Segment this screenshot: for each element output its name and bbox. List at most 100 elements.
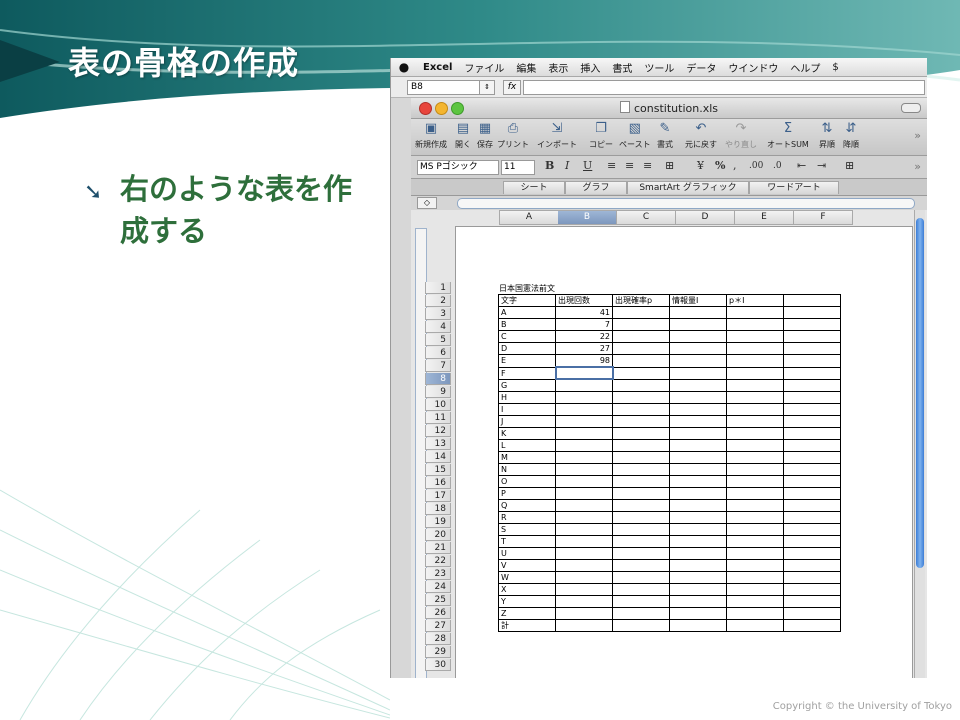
table-cell[interactable] [555,486,613,500]
table-cell[interactable] [555,594,613,608]
table-cell[interactable] [726,402,784,416]
table-cell[interactable] [783,378,841,392]
table-cell[interactable] [612,534,670,548]
table-cell[interactable] [555,462,613,476]
view-toggle-icon[interactable]: ◇ [417,197,437,209]
table-cell[interactable]: C [498,330,556,343]
table-cell[interactable] [555,402,613,416]
column-header-d[interactable]: D [676,210,735,225]
table-cell[interactable] [669,606,727,620]
align-left-icon[interactable]: ≡ [607,159,616,172]
table-cell[interactable] [726,366,784,380]
table-cell[interactable] [726,570,784,584]
font-name-select[interactable]: MS Pゴシック [417,160,499,175]
tab-sheet[interactable]: シート [503,181,565,194]
table-cell[interactable] [783,498,841,512]
table-cell[interactable] [783,606,841,620]
format-painter-button[interactable]: ✎ 書式 [657,121,673,150]
table-cell[interactable] [612,414,670,428]
fx-button[interactable]: fx [503,80,521,95]
table-cell[interactable] [669,366,727,380]
table-cell[interactable] [669,438,727,452]
table-cell[interactable] [612,366,670,380]
table-cell[interactable] [726,510,784,524]
table-cell[interactable] [726,486,784,500]
table-cell[interactable] [669,522,727,536]
header-cell[interactable] [783,294,841,307]
row-header-17[interactable]: 17 [425,490,451,502]
borders-icon[interactable]: ⊞ [845,159,854,172]
row-header-28[interactable]: 28 [425,633,451,645]
row-header-13[interactable]: 13 [425,438,451,450]
table-cell[interactable] [612,570,670,584]
menu-format[interactable]: 書式 [606,60,638,75]
table-cell[interactable] [783,318,841,331]
table-cell[interactable] [669,582,727,596]
table-cell[interactable] [554,366,614,380]
table-cell[interactable] [612,606,670,620]
table-cell[interactable] [555,546,613,560]
table-cell[interactable] [612,354,670,368]
table-cell[interactable] [612,450,670,464]
format-overflow-icon[interactable]: » [914,160,921,173]
sort-descending-button[interactable]: ⇵ 降順 [843,121,859,150]
table-cell[interactable] [669,570,727,584]
table-cell[interactable] [612,582,670,596]
sheet-title-cell[interactable]: 日本国憲法前文 [499,283,555,294]
table-cell[interactable] [726,318,784,331]
bold-button[interactable]: B [545,159,554,172]
save-button[interactable]: ▦ 保存 [477,121,493,150]
row-header-3[interactable]: 3 [425,308,451,320]
table-cell[interactable] [612,546,670,560]
scroll-thumb[interactable] [916,218,924,568]
row-header-5[interactable]: 5 [425,334,451,346]
tab-wordart[interactable]: ワードアート [749,181,839,194]
table-cell[interactable] [783,402,841,416]
table-cell[interactable]: O [498,474,556,488]
table-cell[interactable] [612,402,670,416]
table-cell[interactable]: X [498,582,556,596]
script-icon[interactable]: $ [826,62,844,73]
table-cell[interactable] [612,318,670,331]
table-cell[interactable] [669,462,727,476]
table-cell[interactable] [612,306,670,319]
table-cell[interactable] [783,330,841,343]
header-cell[interactable]: p＊I [726,294,784,307]
table-cell[interactable] [555,558,613,572]
table-cell[interactable] [783,546,841,560]
table-cell[interactable] [783,450,841,464]
apple-icon[interactable]: ● [391,60,417,74]
table-cell[interactable] [783,354,841,368]
table-cell[interactable] [555,414,613,428]
table-cell[interactable] [669,498,727,512]
redo-button[interactable]: ↷ やり直し [725,121,757,150]
table-cell[interactable] [669,306,727,319]
table-cell[interactable] [555,618,613,632]
table-cell[interactable] [669,594,727,608]
toolbar-overflow-icon[interactable]: » [914,129,921,142]
table-cell[interactable]: K [498,426,556,440]
table-cell[interactable] [726,522,784,536]
row-header-16[interactable]: 16 [425,477,451,489]
table-cell[interactable] [726,474,784,488]
table-cell[interactable] [726,354,784,368]
table-cell[interactable]: P [498,486,556,500]
align-center-icon[interactable]: ≡ [625,159,634,172]
table-cell[interactable]: E [498,354,556,368]
table-cell[interactable] [783,534,841,548]
table-cell[interactable] [783,474,841,488]
decrease-indent-icon[interactable]: ⇤ [797,159,806,172]
table-cell[interactable]: M [498,450,556,464]
toolbar-toggle-button[interactable] [901,103,921,113]
table-cell[interactable] [726,378,784,392]
table-cell[interactable]: A [498,306,556,319]
table-cell[interactable] [726,618,784,632]
table-cell[interactable] [555,378,613,392]
table-cell[interactable] [669,486,727,500]
formula-input[interactable] [523,80,925,95]
table-cell[interactable] [726,534,784,548]
row-header-23[interactable]: 23 [425,568,451,580]
row-header-24[interactable]: 24 [425,581,451,593]
menu-tools[interactable]: ツール [638,60,680,75]
table-cell[interactable] [726,594,784,608]
